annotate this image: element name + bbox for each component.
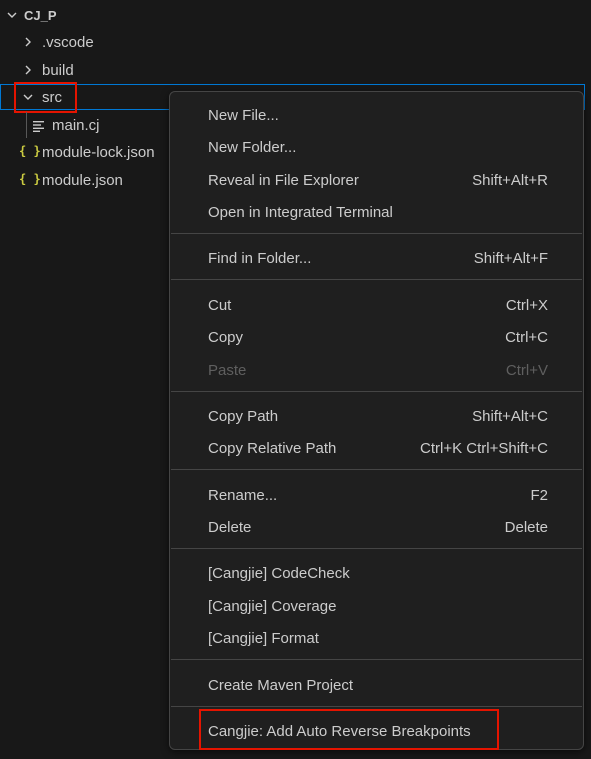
explorer-root-label: CJ_P bbox=[24, 7, 57, 23]
menu-item-copy-relative-path[interactable]: Copy Relative Path Ctrl+K Ctrl+Shift+C bbox=[208, 435, 548, 461]
highlight-box-auto-reverse-breakpoints bbox=[199, 709, 499, 750]
menu-item-cangjie-codecheck[interactable]: [Cangjie] CodeCheck bbox=[208, 560, 548, 586]
menu-separator bbox=[171, 279, 582, 280]
menu-separator bbox=[171, 233, 582, 234]
menu-item-reveal-in-file-explorer[interactable]: Reveal in File Explorer Shift+Alt+R bbox=[208, 167, 548, 193]
menu-item-cangjie-format[interactable]: [Cangjie] Format bbox=[208, 625, 548, 651]
menu-item-label: Cut bbox=[208, 296, 232, 314]
tree-item-label: module-lock.json bbox=[42, 143, 155, 161]
menu-item-new-file[interactable]: New File... bbox=[208, 102, 548, 128]
menu-separator bbox=[171, 469, 582, 470]
menu-item-find-in-folder[interactable]: Find in Folder... Shift+Alt+F bbox=[208, 245, 548, 271]
menu-item-cangjie-coverage[interactable]: [Cangjie] Coverage bbox=[208, 593, 548, 619]
highlight-box-src bbox=[14, 82, 77, 113]
tree-item-label: .vscode bbox=[42, 33, 94, 51]
chevron-down-icon[interactable] bbox=[5, 8, 19, 22]
menu-item-label: [Cangjie] CodeCheck bbox=[208, 564, 350, 582]
menu-item-open-in-integrated-terminal[interactable]: Open in Integrated Terminal bbox=[208, 199, 548, 225]
menu-separator bbox=[171, 706, 582, 707]
menu-item-label: Create Maven Project bbox=[208, 676, 354, 694]
context-menu: New File... New Folder... Reveal in File… bbox=[169, 91, 584, 750]
menu-item-label: New Folder... bbox=[208, 138, 297, 156]
menu-item-create-maven-project[interactable]: Create Maven Project bbox=[208, 672, 548, 698]
tree-item-label: module.json bbox=[42, 171, 123, 189]
menu-item-label: [Cangjie] Format bbox=[208, 629, 319, 647]
menu-separator bbox=[171, 391, 582, 392]
menu-item-shortcut: Shift+Alt+R bbox=[472, 171, 548, 189]
tree-item-vscode[interactable]: .vscode bbox=[0, 29, 585, 55]
menu-item-label: Delete bbox=[208, 518, 252, 536]
menu-item-label: [Cangjie] Coverage bbox=[208, 597, 337, 615]
menu-item-copy-path[interactable]: Copy Path Shift+Alt+C bbox=[208, 403, 548, 429]
menu-item-label: Copy bbox=[208, 328, 244, 346]
menu-item-shortcut: F2 bbox=[530, 486, 548, 504]
menu-item-paste: Paste Ctrl+V bbox=[208, 357, 548, 383]
tree-item-main-cj[interactable]: main.cj bbox=[0, 112, 170, 138]
tree-item-label: main.cj bbox=[52, 116, 100, 134]
explorer-root-row[interactable]: CJ_P bbox=[0, 2, 585, 28]
json-file-icon: { } bbox=[19, 172, 41, 186]
json-file-icon: { } bbox=[19, 144, 41, 158]
menu-item-label: Find in Folder... bbox=[208, 249, 312, 267]
menu-item-new-folder[interactable]: New Folder... bbox=[208, 134, 548, 160]
menu-item-shortcut: Ctrl+X bbox=[505, 296, 548, 314]
tree-item-label: build bbox=[42, 61, 74, 79]
menu-item-delete[interactable]: Delete Delete bbox=[208, 514, 548, 540]
menu-item-shortcut: Ctrl+V bbox=[505, 361, 548, 379]
menu-item-shortcut: Ctrl+C bbox=[505, 328, 548, 346]
menu-item-label: Copy Path bbox=[208, 407, 279, 425]
tree-item-module-json[interactable]: { } module.json bbox=[0, 167, 170, 193]
menu-item-label: New File... bbox=[208, 106, 279, 124]
menu-item-shortcut: Delete bbox=[504, 518, 548, 536]
tree-item-build[interactable]: build bbox=[0, 57, 585, 83]
menu-item-cut[interactable]: Cut Ctrl+X bbox=[208, 292, 548, 318]
menu-separator bbox=[171, 659, 582, 660]
menu-item-label: Open in Integrated Terminal bbox=[208, 203, 393, 221]
menu-item-shortcut: Ctrl+K Ctrl+Shift+C bbox=[420, 439, 548, 457]
menu-item-label: Copy Relative Path bbox=[208, 439, 337, 457]
menu-item-rename[interactable]: Rename... F2 bbox=[208, 482, 548, 508]
menu-item-copy[interactable]: Copy Ctrl+C bbox=[208, 324, 548, 350]
menu-item-shortcut: Shift+Alt+F bbox=[473, 249, 548, 267]
menu-item-shortcut: Shift+Alt+C bbox=[472, 407, 548, 425]
chevron-right-icon[interactable] bbox=[21, 63, 35, 77]
text-file-icon bbox=[33, 119, 45, 136]
chevron-right-icon[interactable] bbox=[21, 35, 35, 49]
menu-item-label: Rename... bbox=[208, 486, 278, 504]
menu-item-label: Reveal in File Explorer bbox=[208, 171, 359, 189]
tree-item-module-lock-json[interactable]: { } module-lock.json bbox=[0, 139, 170, 165]
menu-item-label: Paste bbox=[208, 361, 247, 379]
menu-separator bbox=[171, 548, 582, 549]
